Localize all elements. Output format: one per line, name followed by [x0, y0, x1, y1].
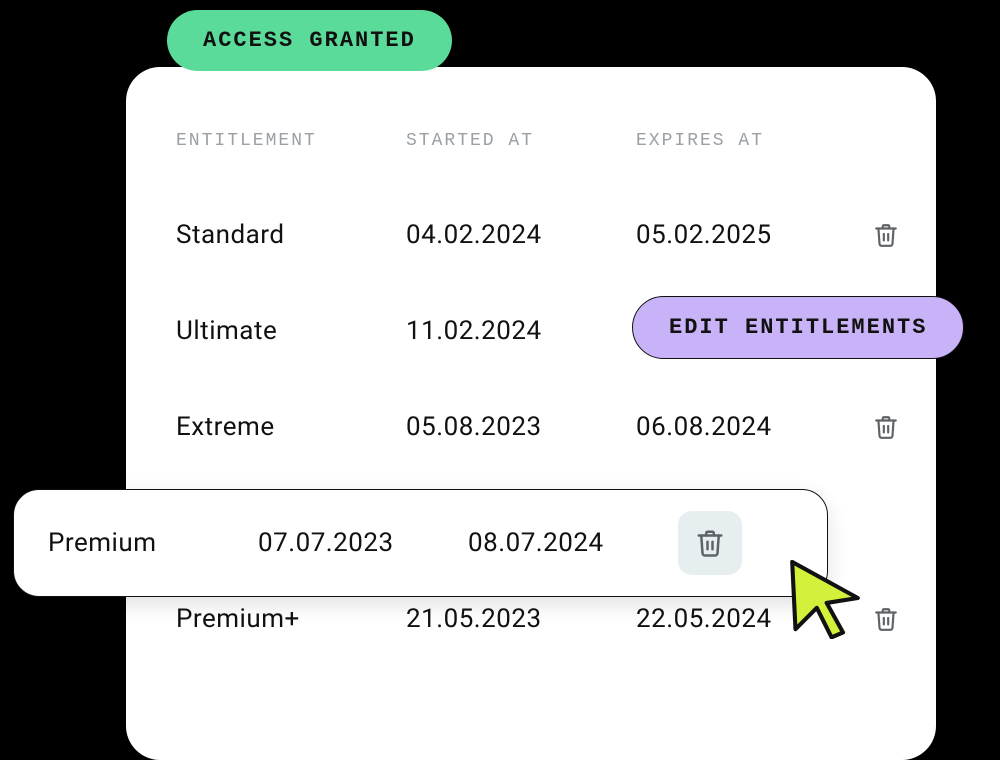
entitlement-started: 07.07.2023 — [258, 528, 468, 558]
entitlement-name: Extreme — [176, 412, 406, 442]
trash-icon — [873, 606, 899, 632]
highlighted-row: Premium 07.07.2023 08.07.2024 — [13, 489, 828, 597]
entitlement-name: Premium — [48, 528, 258, 558]
entitlement-name: Ultimate — [176, 316, 406, 346]
col-header-entitlement: ENTITLEMENT — [176, 131, 406, 151]
table-row: Extreme 05.08.2023 06.08.2024 — [176, 379, 886, 475]
entitlement-started: 05.08.2023 — [406, 412, 636, 442]
col-header-started-at: STARTED AT — [406, 131, 636, 151]
col-header-expires-at: EXPIRES AT — [636, 131, 866, 151]
trash-icon — [695, 528, 725, 558]
entitlement-name: Standard — [176, 220, 406, 250]
edit-entitlements-button[interactable]: EDIT ENTITLEMENTS — [632, 296, 964, 359]
delete-button[interactable] — [866, 215, 906, 255]
entitlement-name: Premium+ — [176, 604, 406, 634]
entitlement-expires: 05.02.2025 — [636, 220, 866, 250]
trash-icon — [873, 414, 899, 440]
entitlement-started: 04.02.2024 — [406, 220, 636, 250]
trash-icon — [873, 222, 899, 248]
delete-button-active[interactable] — [678, 511, 742, 575]
cursor-icon — [784, 557, 866, 639]
entitlement-started: 21.05.2023 — [406, 604, 636, 634]
entitlement-started: 11.02.2024 — [406, 316, 636, 346]
access-granted-badge: ACCESS GRANTED — [167, 10, 452, 71]
entitlements-card: ENTITLEMENT STARTED AT EXPIRES AT Standa… — [126, 67, 936, 760]
table-row: Standard 04.02.2024 05.02.2025 — [176, 187, 886, 283]
delete-button[interactable] — [866, 599, 906, 639]
entitlement-expires: 06.08.2024 — [636, 412, 866, 442]
delete-button[interactable] — [866, 407, 906, 447]
entitlement-expires: 08.07.2024 — [468, 528, 678, 558]
